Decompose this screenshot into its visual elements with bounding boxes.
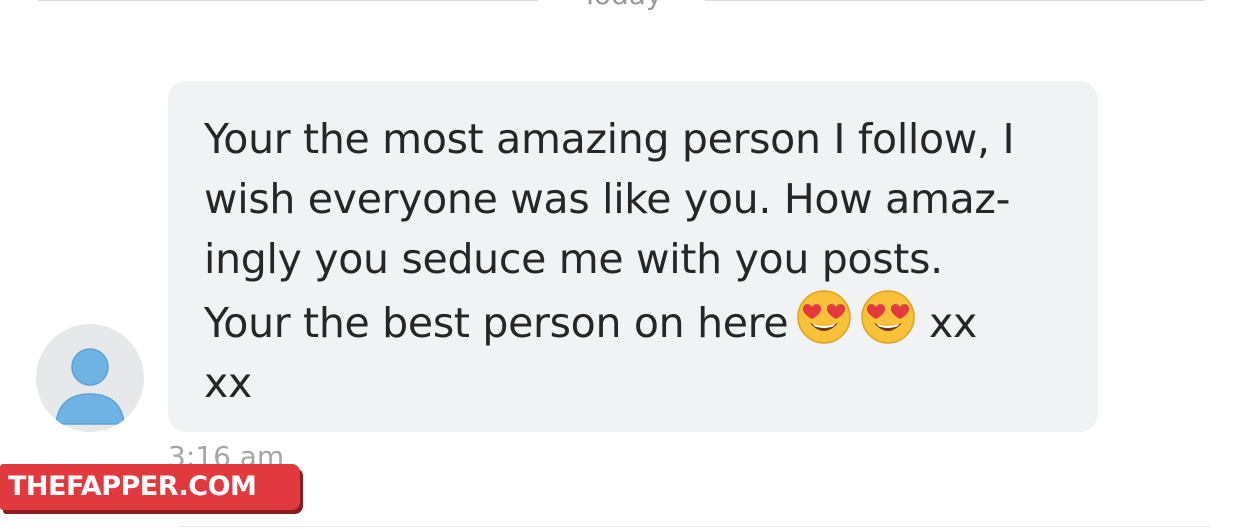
message-line: wish everyone was like you. How amaz- xyxy=(204,175,1011,223)
sender-avatar[interactable] xyxy=(36,324,144,432)
heart-eyes-emoji-icon xyxy=(796,289,852,345)
default-user-icon xyxy=(36,324,144,432)
message-line: xx xyxy=(204,359,252,407)
message-line: Your the most amazing person I follow, I xyxy=(204,115,1015,163)
message-line-with-emoji: Your the best person on here xx xyxy=(204,289,1062,353)
watermark-logo: THEFAPPER.COM xyxy=(0,464,300,510)
heart-eyes-emoji-icon xyxy=(860,289,916,345)
date-divider-left xyxy=(38,0,538,1)
message-bubble[interactable]: Your the most amazing person I follow, I… xyxy=(168,81,1098,432)
bottom-divider xyxy=(180,526,1210,527)
message-line-text: Your the best person on here xyxy=(204,299,789,347)
watermark-text: THEFAPPER.COM xyxy=(8,471,257,502)
date-divider-right xyxy=(705,0,1205,1)
date-separator-label: Today xyxy=(540,0,704,10)
message-line: ingly you seduce me with you posts. xyxy=(204,235,943,283)
message-line-suffix: xx xyxy=(929,299,977,347)
